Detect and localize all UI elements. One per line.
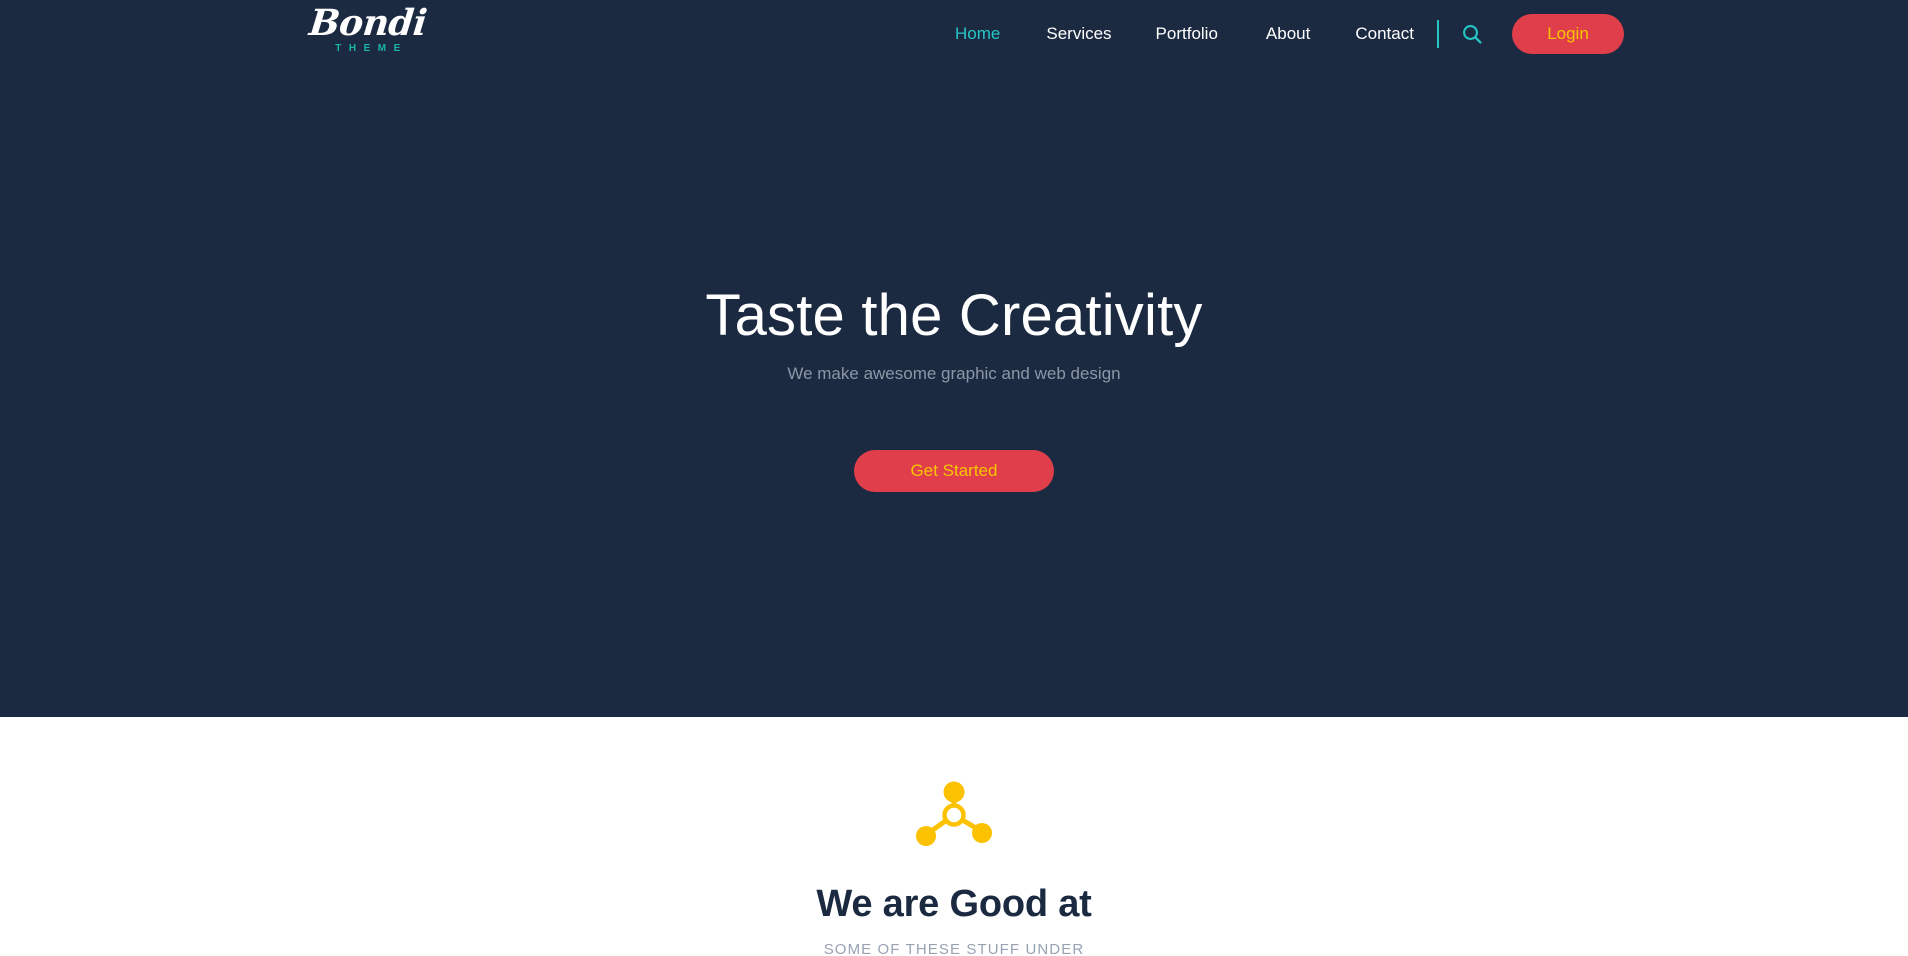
header-actions: Login [1437, 9, 1624, 59]
hero-section: Taste the Creativity We make awesome gra… [0, 0, 1908, 717]
hero-title: Taste the Creativity [705, 283, 1203, 348]
search-icon [1463, 25, 1482, 44]
nav-item-services[interactable]: Services [1046, 20, 1111, 48]
features-subtitle: SOME OF THESE STUFF UNDER [823, 941, 1085, 956]
get-started-button[interactable]: Get Started [854, 450, 1054, 492]
main-navigation: Home Services Portfolio About Contact [955, 20, 1414, 48]
login-button[interactable]: Login [1512, 14, 1624, 54]
logo-wordmark: Bondi [307, 2, 429, 44]
logo-subtitle: THEME [335, 43, 408, 54]
search-button[interactable] [1459, 21, 1485, 47]
nav-item-contact[interactable]: Contact [1355, 20, 1414, 48]
nav-item-home[interactable]: Home [955, 20, 1000, 48]
site-logo[interactable]: Bondi THEME [303, 2, 433, 62]
header-divider [1437, 20, 1439, 48]
nav-item-portfolio[interactable]: Portfolio [1156, 20, 1218, 48]
network-nodes-icon [915, 781, 993, 847]
site-header: Bondi THEME Home Services Portfolio Abou… [0, 0, 1908, 68]
nav-item-about[interactable]: About [1266, 20, 1310, 48]
hero-subtitle: We make awesome graphic and web design [787, 364, 1121, 383]
features-title: We are Good at [816, 883, 1092, 925]
page-root: Taste the Creativity We make awesome gra… [0, 0, 1908, 956]
